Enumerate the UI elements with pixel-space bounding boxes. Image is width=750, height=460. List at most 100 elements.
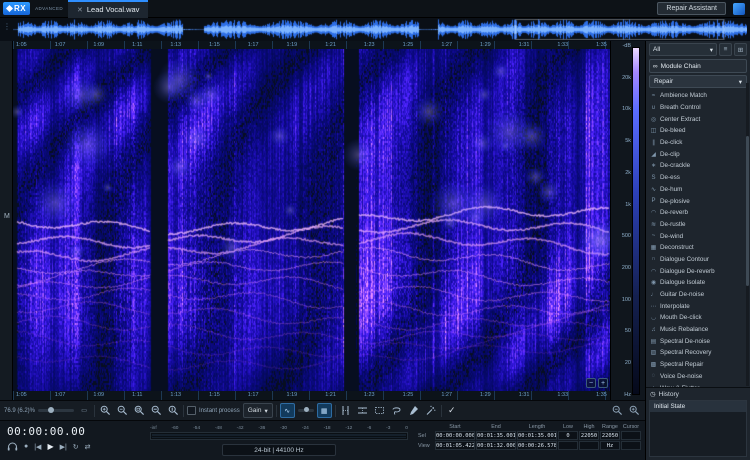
time-tick-label: 1:29	[480, 391, 491, 400]
instant-process-checkbox[interactable]	[187, 406, 196, 415]
apply-check-button[interactable]: ✓	[445, 404, 459, 418]
module-list-item[interactable]: ∩ Dialogue Contour	[650, 254, 746, 266]
overview-waveform-canvas[interactable]	[13, 19, 747, 40]
repair-assistant-button[interactable]: Repair Assistant	[657, 2, 726, 15]
panel-list-view-icon[interactable]: ≡	[719, 43, 732, 56]
skip-to-start-button[interactable]: |◀	[34, 443, 41, 451]
waveform-spectrogram-blend-slider[interactable]	[298, 409, 314, 412]
module-list-item[interactable]: ◠ Dialogue De-reverb	[650, 265, 746, 277]
module-list-item[interactable]: ≈ Ambience Match	[650, 90, 746, 102]
view-length-field[interactable]: 00:00:26.578	[517, 441, 557, 450]
repair-section-label: Repair	[654, 78, 673, 85]
sel-high-field[interactable]: 22050	[579, 431, 599, 440]
module-list-item[interactable]: ◫ De-bleed	[650, 125, 746, 137]
link-button[interactable]: ⇄	[85, 443, 91, 451]
view-end-field[interactable]: 00:01:32.000	[476, 441, 516, 450]
file-tab[interactable]: ✕ Lead Vocal.wav	[68, 0, 148, 18]
sel-end-field[interactable]: 00:01:35.001	[476, 431, 516, 440]
zoom-in-tool-icon[interactable]	[98, 404, 112, 418]
module-list-item[interactable]: ◎ Center Extract	[650, 113, 746, 125]
repair-section-header[interactable]: Repair ▾	[649, 75, 747, 88]
rectangle-selection-tool-icon[interactable]	[373, 404, 387, 418]
vertical-zoom-in-icon[interactable]	[627, 404, 641, 418]
frequency-ruler[interactable]: -dB20k10k5k2k1k5002001005020Hz	[610, 41, 645, 400]
tab-close-icon[interactable]: ✕	[77, 6, 83, 14]
module-list-item[interactable]: ▨ Spectral Recovery	[650, 347, 746, 359]
module-list-item[interactable]: ▩ Spectral Repair	[650, 359, 746, 371]
module-list-item[interactable]: ~ De-wind	[650, 230, 746, 242]
format-readout[interactable]: 24-bit | 44100 Hz	[222, 444, 336, 456]
module-list-item[interactable]: ⋯ Interpolate	[650, 300, 746, 312]
module-icon: ▨	[650, 349, 657, 356]
zoom-vertical-tool-icon[interactable]	[166, 404, 180, 418]
overview-grip-icon[interactable]: ⋮	[3, 22, 11, 31]
playhead-time-display[interactable]: 00:00:00.00	[7, 425, 147, 438]
rx-logo-edition: ADVANCED	[35, 6, 63, 11]
sel-range-field[interactable]: 22050	[600, 431, 620, 440]
zoom-horizontal-tool-icon[interactable]	[149, 404, 163, 418]
sel-start-field[interactable]: 00:00:00.000	[435, 431, 475, 440]
view-range-field[interactable]: Hz	[600, 441, 620, 450]
time-tick-label: 1:17	[248, 41, 259, 49]
sel-low-field[interactable]: 0	[558, 431, 578, 440]
sel-length-field[interactable]: 00:01:35.001	[517, 431, 557, 440]
zoom-selection-tool-icon[interactable]	[132, 404, 146, 418]
fit-view-button[interactable]: ▭	[77, 404, 91, 418]
time-ruler-top[interactable]: 1:051:071:091:111:131:151:171:191:211:23…	[13, 41, 610, 49]
zoom-slider-knob[interactable]	[48, 407, 54, 413]
brush-tool-icon[interactable]	[407, 404, 421, 418]
scrollbar-thumb[interactable]	[746, 136, 749, 286]
module-list-item[interactable]: ≋ De-rustle	[650, 219, 746, 231]
frequency-selection-tool-icon[interactable]	[356, 404, 370, 418]
module-list-item[interactable]: ∿ De-hum	[650, 184, 746, 196]
module-list-item[interactable]: S De-ess	[650, 172, 746, 184]
waveform-view-toggle[interactable]: ∿	[280, 403, 295, 418]
loop-button[interactable]: ↻	[73, 443, 79, 451]
spectrogram-canvas[interactable]	[13, 49, 610, 391]
lasso-tool-icon[interactable]	[390, 404, 404, 418]
view-high-field[interactable]	[579, 441, 599, 450]
zoom-in-corner-button[interactable]: +	[598, 378, 608, 388]
module-list-item[interactable]: ∥ De-click	[650, 137, 746, 149]
module-list-item[interactable]: ◢ De-clip	[650, 148, 746, 160]
spectrogram-view-toggle[interactable]: ▦	[317, 403, 332, 418]
app-icon[interactable]	[733, 3, 745, 15]
channel-label[interactable]: M	[4, 213, 10, 220]
module-list-item[interactable]: ▦ Deconstruct	[650, 242, 746, 254]
zoom-slider[interactable]	[38, 409, 74, 412]
module-list-item[interactable]: ▤ Spectral De-noise	[650, 335, 746, 347]
blend-knob[interactable]	[304, 407, 309, 412]
history-item[interactable]: Initial State	[650, 401, 746, 412]
module-list-item[interactable]: ◌ Voice De-noise	[650, 371, 746, 383]
monitor-headphones-icon[interactable]	[7, 442, 18, 451]
vertical-zoom-out-icon[interactable]	[610, 404, 624, 418]
module-list-item[interactable]: ≀ Wow & Flutter	[650, 382, 746, 387]
module-list-item[interactable]: P De-plosive	[650, 195, 746, 207]
module-chain-button[interactable]: ∞ Module Chain	[649, 59, 747, 73]
module-list-item[interactable]: ◡ Mouth De-click	[650, 312, 746, 324]
module-list-item[interactable]: ◉ Dialogue Isolate	[650, 277, 746, 289]
time-tick-label: 1:35	[596, 391, 607, 400]
time-selection-tool-icon[interactable]	[339, 404, 353, 418]
spectrogram-view[interactable]: − +	[13, 49, 610, 391]
view-low-field[interactable]	[558, 441, 578, 450]
view-cursor-field[interactable]	[621, 441, 641, 450]
zoom-out-corner-button[interactable]: −	[586, 378, 596, 388]
module-list-item[interactable]: ◠ De-reverb	[650, 207, 746, 219]
zoom-out-tool-icon[interactable]	[115, 404, 129, 418]
panel-grid-view-icon[interactable]: ⊞	[734, 43, 747, 56]
magic-wand-tool-icon[interactable]	[424, 404, 438, 418]
module-filter-dropdown[interactable]: All ▾	[649, 43, 717, 56]
history-header[interactable]: ◷ History	[646, 388, 750, 400]
module-list-item[interactable]: ♫ Music Rebalance	[650, 324, 746, 336]
skip-to-end-button[interactable]: ▶|	[60, 443, 67, 451]
module-list-item[interactable]: ∗ De-crackle	[650, 160, 746, 172]
view-start-field[interactable]: 00:01:05.422	[435, 441, 475, 450]
record-button[interactable]: ●	[24, 443, 28, 450]
module-list-item[interactable]: ∪ Breath Control	[650, 102, 746, 114]
sel-cursor-field[interactable]	[621, 431, 641, 440]
gain-dropdown[interactable]: Gain ▾	[243, 403, 273, 418]
time-ruler-bottom[interactable]: 1:051:071:091:111:131:151:171:191:211:23…	[13, 391, 610, 400]
play-button[interactable]: ▶	[47, 442, 53, 451]
module-list-item[interactable]: ♩ Guitar De-noise	[650, 289, 746, 301]
